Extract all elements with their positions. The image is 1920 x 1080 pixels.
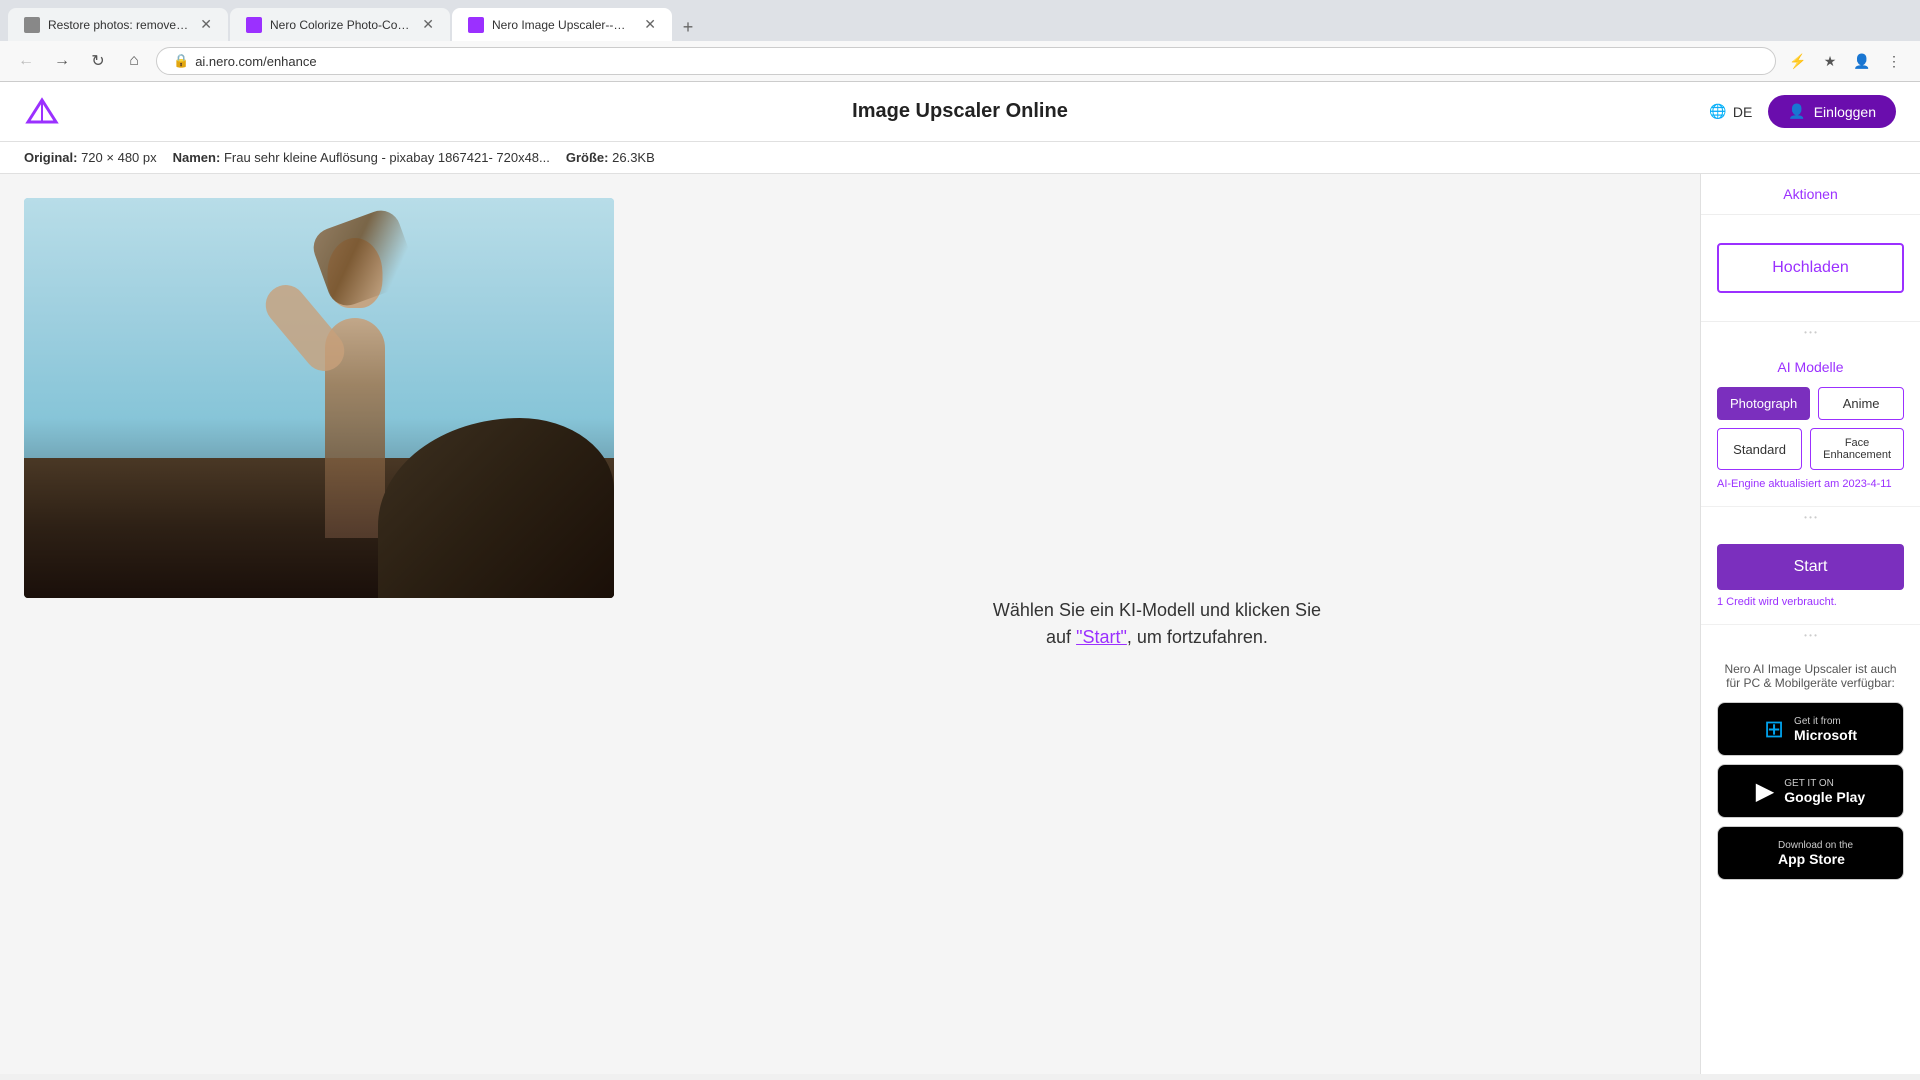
name-label: Namen: Frau sehr kleine Auflösung - pixa… <box>173 150 550 165</box>
instruction-panel: Wählen Sie ein KI-Modell und klicken Sie… <box>638 198 1676 1050</box>
bookmark-button[interactable]: ★ <box>1816 47 1844 75</box>
tab-close-upscaler[interactable]: ✕ <box>644 16 656 33</box>
ai-modelle-section: AI Modelle Photograph Anime Standard Fac… <box>1701 343 1920 507</box>
tab-label-upscaler: Nero Image Upscaler--Free Pho... <box>492 18 632 32</box>
nero-logo-icon <box>24 94 60 130</box>
tab-restore[interactable]: Restore photos: remove scratch... ✕ <box>8 8 228 41</box>
app-logo <box>24 94 60 130</box>
language-selector[interactable]: 🌐 DE <box>1709 103 1752 120</box>
app-store-badge[interactable]: Download on the App Store <box>1717 826 1904 880</box>
browser-chrome: Restore photos: remove scratch... ✕ Nero… <box>0 0 1920 82</box>
instruction-after: , um fortzufahren. <box>1127 627 1268 647</box>
separator-dots-1: • • • <box>1701 322 1920 343</box>
aktionen-title: Aktionen <box>1701 174 1920 215</box>
lang-label: DE <box>1733 104 1752 120</box>
start-button[interactable]: Start <box>1717 544 1904 590</box>
model-btn-standard[interactable]: Standard <box>1717 428 1802 470</box>
ai-modelle-title: AI Modelle <box>1717 359 1904 375</box>
apple-small-label: Download on the <box>1778 840 1853 851</box>
microsoft-small-label: Get it from <box>1794 716 1857 727</box>
google-play-badge[interactable]: ▶ GET IT ON Google Play <box>1717 764 1904 818</box>
tab-bar: Restore photos: remove scratch... ✕ Nero… <box>0 0 1920 41</box>
back-button[interactable]: ← <box>12 47 40 75</box>
original-value: 720 × 480 px <box>81 150 157 165</box>
google-large-label: Google Play <box>1784 789 1865 805</box>
download-text: Nero AI Image Upscaler ist auch für PC &… <box>1717 662 1904 690</box>
login-button[interactable]: 👤 Einloggen <box>1768 95 1896 128</box>
model-btn-face[interactable]: Face Enhancement <box>1810 428 1904 470</box>
tab-upscaler[interactable]: Nero Image Upscaler--Free Pho... ✕ <box>452 8 672 41</box>
forward-button[interactable]: → <box>48 47 76 75</box>
file-size-value: 26.3KB <box>612 150 655 165</box>
nav-icons: ⚡ ★ 👤 ⋮ <box>1784 47 1908 75</box>
figure-hair <box>308 205 420 311</box>
reload-button[interactable]: ↻ <box>84 47 112 75</box>
apple-large-label: App Store <box>1778 851 1853 867</box>
app-download-section: Nero AI Image Upscaler ist auch für PC &… <box>1701 646 1920 904</box>
separator-dots-3: • • • <box>1701 625 1920 646</box>
instruction-text: Wählen Sie ein KI-Modell und klicken Sie… <box>993 597 1321 651</box>
credit-note: 1 Credit wird verbraucht. <box>1717 596 1904 608</box>
hochladen-button[interactable]: Hochladen <box>1717 243 1904 293</box>
google-play-text: GET IT ON Google Play <box>1784 778 1865 805</box>
tab-close-restore[interactable]: ✕ <box>200 16 212 33</box>
tab-colorize[interactable]: Nero Colorize Photo-Colorize Yo... ✕ <box>230 8 450 41</box>
image-panel <box>24 198 614 1050</box>
instruction-link: "Start" <box>1076 627 1127 647</box>
header-right: 🌐 DE 👤 Einloggen <box>1709 95 1896 128</box>
separator-dots-2: • • • <box>1701 507 1920 528</box>
microsoft-icon: ⊞ <box>1764 715 1784 744</box>
original-image <box>24 198 614 598</box>
address-text: ai.nero.com/enhance <box>195 54 316 69</box>
main-content: Wählen Sie ein KI-Modell und klicken Sie… <box>0 174 1700 1074</box>
menu-button[interactable]: ⋮ <box>1880 47 1908 75</box>
start-section: Start 1 Credit wird verbraucht. <box>1701 528 1920 625</box>
tab-favicon-colorize <box>246 17 262 33</box>
home-button[interactable]: ⌂ <box>120 47 148 75</box>
new-tab-button[interactable]: + <box>674 13 702 41</box>
login-label: Einloggen <box>1814 104 1876 120</box>
nav-bar: ← → ↻ ⌂ 🔒 ai.nero.com/enhance ⚡ ★ 👤 ⋮ <box>0 41 1920 82</box>
google-play-icon: ▶ <box>1756 777 1774 806</box>
address-lock-icon: 🔒 <box>173 53 189 69</box>
app-store-text: Download on the App Store <box>1778 840 1853 867</box>
hochladen-section: Hochladen <box>1701 215 1920 322</box>
profile-button[interactable]: 👤 <box>1848 47 1876 75</box>
tab-label-restore: Restore photos: remove scratch... <box>48 18 188 32</box>
model-buttons-row-1: Photograph Anime <box>1717 387 1904 420</box>
ai-engine-note: AI-Engine aktualisiert am 2023-4-11 <box>1717 478 1904 490</box>
model-btn-photograph[interactable]: Photograph <box>1717 387 1810 420</box>
address-bar[interactable]: 🔒 ai.nero.com/enhance <box>156 47 1776 75</box>
size-label: Größe: 26.3KB <box>566 150 655 165</box>
tab-favicon-upscaler <box>468 17 484 33</box>
extensions-button[interactable]: ⚡ <box>1784 47 1812 75</box>
microsoft-store-text: Get it from Microsoft <box>1794 716 1857 743</box>
google-small-label: GET IT ON <box>1784 778 1865 789</box>
file-name-value: Frau sehr kleine Auflösung - pixabay 186… <box>224 150 550 165</box>
info-bar: Original: 720 × 480 px Namen: Frau sehr … <box>0 142 1920 174</box>
tab-close-colorize[interactable]: ✕ <box>422 16 434 33</box>
page-title: Image Upscaler Online <box>852 100 1068 123</box>
sidebar: Aktionen Hochladen • • • AI Modelle Phot… <box>1700 174 1920 1074</box>
model-btn-anime[interactable]: Anime <box>1818 387 1904 420</box>
app-header: Image Upscaler Online 🌐 DE 👤 Einloggen <box>0 82 1920 142</box>
tab-label-colorize: Nero Colorize Photo-Colorize Yo... <box>270 18 410 32</box>
person-icon: 👤 <box>1788 103 1805 120</box>
original-label: Original: 720 × 480 px <box>24 150 157 165</box>
microsoft-store-badge[interactable]: ⊞ Get it from Microsoft <box>1717 702 1904 756</box>
globe-icon: 🌐 <box>1709 103 1726 120</box>
microsoft-large-label: Microsoft <box>1794 727 1857 743</box>
model-buttons-row-2: Standard Face Enhancement <box>1717 428 1904 470</box>
tab-favicon-restore <box>24 17 40 33</box>
main-layout: Wählen Sie ein KI-Modell und klicken Sie… <box>0 174 1920 1074</box>
photo-display <box>24 198 614 598</box>
